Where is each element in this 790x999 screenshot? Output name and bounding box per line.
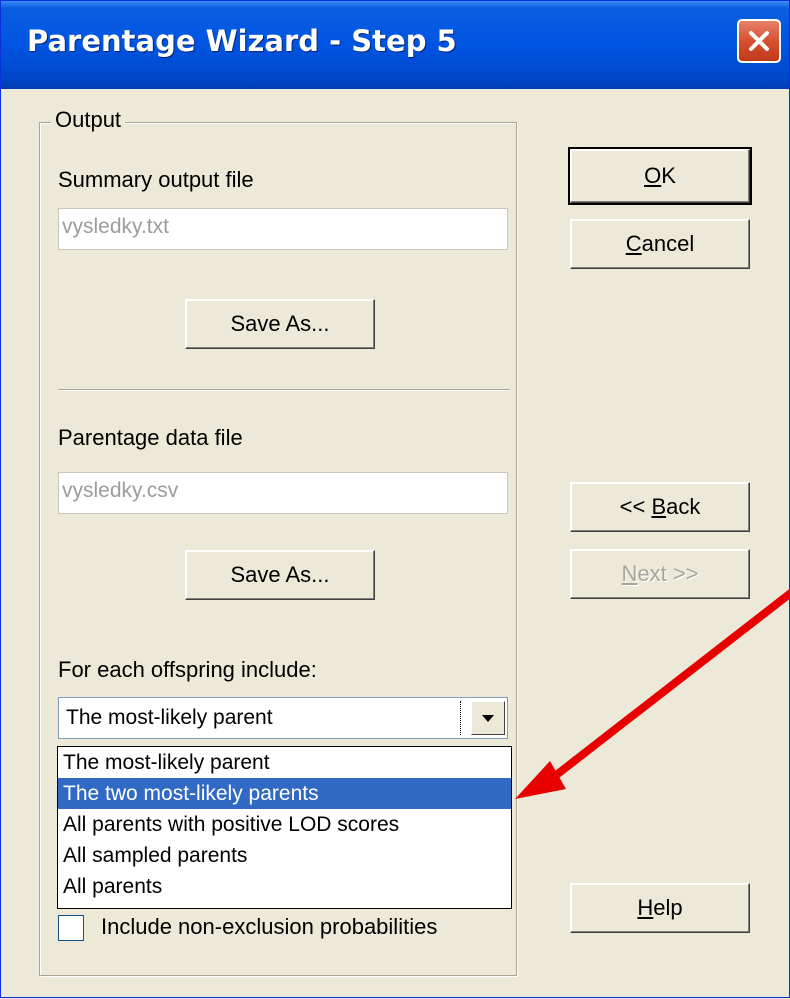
dialog-window: Parentage Wizard - Step 5 Output Summary…	[0, 0, 790, 998]
annotation-arrow	[515, 588, 790, 799]
